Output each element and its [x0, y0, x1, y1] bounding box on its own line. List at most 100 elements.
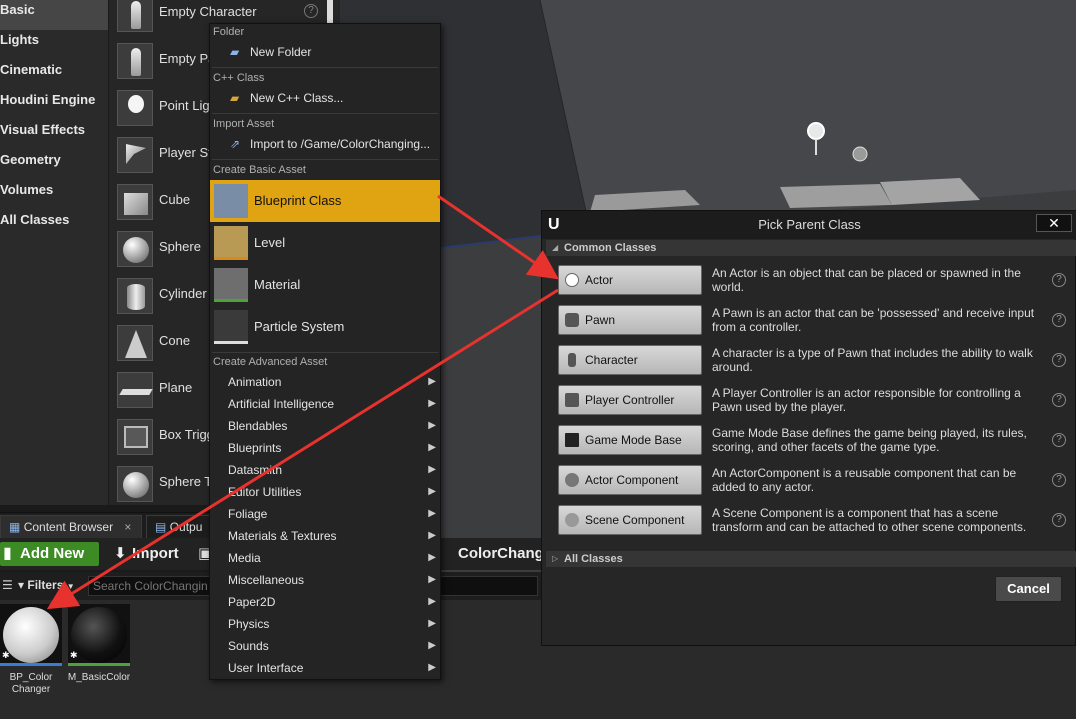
class-button-pawn[interactable]: Pawn	[558, 305, 702, 335]
common-classes-header[interactable]: ◢ Common Classes	[546, 240, 1076, 256]
player-start-thumb	[117, 137, 153, 173]
category-basic[interactable]: Basic	[0, 0, 108, 30]
category-volumes[interactable]: Volumes	[0, 180, 108, 210]
class-button-character[interactable]: Character	[558, 345, 702, 375]
menu-item-user-interface[interactable]: User Interface ▶	[210, 657, 440, 679]
content-browser-icon: ▦	[9, 520, 21, 534]
class-button-player-controller[interactable]: Player Controller	[558, 385, 702, 415]
menu-item-physics[interactable]: Physics ▶	[210, 613, 440, 635]
menu-item-editor-utilities[interactable]: Editor Utilities ▶	[210, 481, 440, 503]
help-icon[interactable]: ?	[1052, 313, 1066, 327]
class-button-actor-component[interactable]: Actor Component	[558, 465, 702, 495]
sphere-trigger-thumb	[117, 466, 153, 502]
pawn-icon	[131, 48, 141, 76]
category-geometry[interactable]: Geometry	[0, 150, 108, 180]
chevron-right-icon: ▶	[428, 640, 436, 651]
blueprint-sphere-thumb	[3, 607, 59, 663]
cone-icon	[125, 330, 147, 358]
class-button-game-mode-base[interactable]: Game Mode Base	[558, 425, 702, 455]
pawn-icon	[565, 313, 579, 327]
tab-output-log[interactable]: ▤ Outpu	[146, 515, 216, 539]
close-icon[interactable]: ✕	[1036, 214, 1072, 232]
menu-item-import-to[interactable]: ⇗ Import to /Game/ColorChanging...	[210, 133, 440, 155]
menu-item-animation[interactable]: Animation ▶	[210, 371, 440, 393]
menu-item-blueprints[interactable]: Blueprints ▶	[210, 437, 440, 459]
menu-item-artificial-intelligence[interactable]: Artificial Intelligence ▶	[210, 393, 440, 415]
category-cinematic[interactable]: Cinematic	[0, 60, 108, 90]
chevron-right-icon: ▶	[428, 420, 436, 431]
category-all-classes[interactable]: All Classes	[0, 210, 108, 240]
class-description: An Actor is an object that can be placed…	[712, 266, 1021, 294]
class-description: An ActorComponent is a reusable componen…	[712, 466, 1017, 494]
class-description: A Scene Component is a component that ha…	[712, 506, 1027, 534]
menu-item-materials-textures[interactable]: Materials & Textures ▶	[210, 525, 440, 547]
reflection-sphere-icon	[852, 146, 868, 162]
breadcrumb-path[interactable]: ColorChangi	[458, 543, 548, 565]
class-description: A character is a type of Pawn that inclu…	[712, 346, 1033, 374]
menu-item-media[interactable]: Media ▶	[210, 547, 440, 569]
menu-item-sounds[interactable]: Sounds ▶	[210, 635, 440, 657]
import-icon: ⇗	[230, 137, 241, 151]
menu-item-datasmith[interactable]: Datasmith ▶	[210, 459, 440, 481]
level-icon	[214, 226, 248, 260]
help-icon[interactable]: ?	[1052, 353, 1066, 367]
star-icon: ✱	[70, 650, 78, 660]
box-trigger-icon	[124, 426, 148, 448]
list-view-icon[interactable]: ☰	[2, 578, 13, 592]
menu-separator	[212, 113, 438, 114]
chevron-right-icon: ▶	[428, 552, 436, 563]
filters-button[interactable]: ▾ Filters ▼	[18, 578, 75, 592]
menu-item-foliage[interactable]: Foliage ▶	[210, 503, 440, 525]
help-icon[interactable]: ?	[1052, 273, 1066, 287]
tab-content-browser[interactable]: ▦ Content Browser ×	[0, 515, 142, 539]
all-classes-header[interactable]: ▷ All Classes	[546, 551, 1076, 567]
menu-item-material[interactable]: Material	[210, 264, 440, 306]
menu-item-particle-system[interactable]: Particle System	[210, 306, 440, 348]
filter-icon: ▾	[18, 578, 25, 592]
output-log-icon: ▤	[155, 520, 167, 534]
star-icon: ✱	[2, 650, 10, 660]
close-icon[interactable]: ×	[124, 520, 131, 534]
import-button[interactable]: ⬇ Import	[112, 543, 179, 565]
add-new-context-menu: Folder ▰ New Folder C++ Class ▰ New C++ …	[209, 23, 441, 680]
game-mode-icon	[565, 433, 579, 447]
menu-item-blendables[interactable]: Blendables ▶	[210, 415, 440, 437]
menu-item-miscellaneous[interactable]: Miscellaneous ▶	[210, 569, 440, 591]
menu-item-new-folder[interactable]: ▰ New Folder	[210, 41, 440, 63]
menu-item-paper2d[interactable]: Paper2D ▶	[210, 591, 440, 613]
place-mode-categories: Basic Lights Cinematic Houdini Engine Vi…	[0, 0, 108, 505]
category-visual-effects[interactable]: Visual Effects	[0, 120, 108, 150]
dialog-titlebar[interactable]: U Pick Parent Class ✕	[542, 211, 1076, 239]
help-icon[interactable]: ?	[1052, 433, 1066, 447]
pick-parent-class-dialog: U Pick Parent Class ✕ ◢ Common Classes A…	[541, 210, 1076, 646]
list-scrollbar[interactable]	[327, 0, 333, 24]
download-icon: ⬇	[114, 545, 127, 562]
lightbulb-icon	[128, 95, 144, 113]
help-icon[interactable]: ?	[1052, 473, 1066, 487]
triangle-right-icon: ▷	[552, 554, 559, 563]
flag-icon	[126, 144, 146, 164]
cancel-button[interactable]: Cancel	[995, 576, 1062, 602]
menu-separator	[212, 159, 438, 160]
sphere-trigger-icon	[123, 472, 149, 498]
category-houdini-engine[interactable]: Houdini Engine	[0, 90, 108, 120]
class-button-scene-component[interactable]: Scene Component	[558, 505, 702, 535]
menu-header-import-asset: Import Asset	[213, 118, 275, 130]
menu-item-blueprint-class[interactable]: Blueprint Class	[210, 180, 440, 222]
particle-system-icon	[214, 310, 248, 344]
category-lights[interactable]: Lights	[0, 30, 108, 60]
class-button-actor[interactable]: Actor	[558, 265, 702, 295]
help-icon[interactable]: ?	[304, 4, 318, 18]
help-icon[interactable]: ?	[1052, 393, 1066, 407]
add-new-button[interactable]: ▮ Add New ▼	[0, 542, 99, 584]
asset-m-basic-color[interactable]: ✱	[68, 604, 130, 666]
chevron-right-icon: ▶	[428, 596, 436, 607]
help-icon[interactable]: ?	[1052, 513, 1066, 527]
class-description: Game Mode Base defines the game being pl…	[712, 426, 1027, 454]
chevron-right-icon: ▶	[428, 442, 436, 453]
sphere-thumb	[117, 231, 153, 267]
class-description: A Pawn is an actor that can be 'possesse…	[712, 306, 1035, 334]
menu-item-level[interactable]: Level	[210, 222, 440, 264]
menu-item-new-cpp-class[interactable]: ▰ New C++ Class...	[210, 87, 440, 109]
asset-bp-color-changer[interactable]: ✱	[0, 604, 62, 666]
